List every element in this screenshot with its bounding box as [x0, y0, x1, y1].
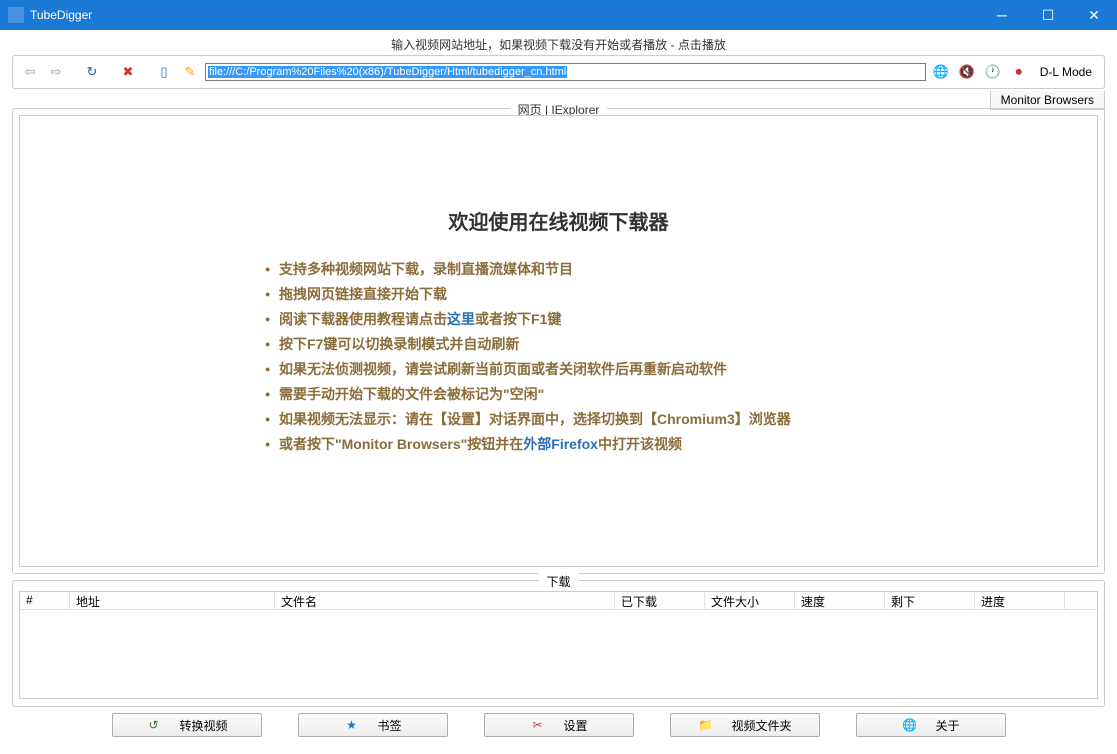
- url-text: file:///C:/Program%20Files%20(x86)/TubeD…: [208, 66, 567, 78]
- table-body[interactable]: [20, 610, 1097, 696]
- col-progress[interactable]: 进度: [975, 592, 1065, 609]
- welcome-heading: 欢迎使用在线视频下载器: [30, 206, 1087, 235]
- instruction-text: 输入视频网站地址，如果视频下载没有开始或者播放 - 点击播放: [12, 36, 1105, 53]
- col-downloaded[interactable]: 已下载: [615, 592, 705, 609]
- edit-icon[interactable]: ✎: [179, 62, 201, 82]
- web-panel: 网页 | IExplorer 欢迎使用在线视频下载器 支持多种视频网站下载，录制…: [12, 108, 1105, 574]
- titlebar: TubeDigger ─ ☐ ✕: [0, 0, 1117, 30]
- stop-button[interactable]: ✖: [117, 62, 139, 82]
- col-empty: [1065, 592, 1097, 609]
- list-item: 拖拽网页链接直接开始下载: [265, 282, 1087, 307]
- record-icon[interactable]: ⏺: [1008, 62, 1030, 82]
- globe-icon[interactable]: 🌐: [930, 62, 952, 82]
- tools-icon: ✂: [529, 717, 545, 733]
- bookmark-button[interactable]: ★ 书签: [298, 713, 448, 737]
- sound-icon[interactable]: 🔇: [956, 62, 978, 82]
- download-legend: 下载: [538, 573, 578, 590]
- list-item: 阅读下载器使用教程请点击这里或者按下F1键: [265, 307, 1087, 332]
- about-button[interactable]: 🌐 关于: [856, 713, 1006, 737]
- col-remaining[interactable]: 剩下: [885, 592, 975, 609]
- list-item: 如果无法侦测视频，请尝试刷新当前页面或者关闭软件后再重新启动软件: [265, 357, 1087, 382]
- settings-button[interactable]: ✂ 设置: [484, 713, 634, 737]
- video-folder-button[interactable]: 📁 视频文件夹: [670, 713, 820, 737]
- download-panel: 下载 # 地址 文件名 已下载 文件大小 速度 剩下 进度: [12, 580, 1105, 707]
- forward-button[interactable]: ⇨: [45, 62, 67, 82]
- toolbar: ⇦ ⇨ ↻ ✖ ▯ ✎ file:///C:/Program%20Files%2…: [12, 55, 1105, 89]
- star-icon: ★: [343, 717, 359, 733]
- table-header: # 地址 文件名 已下载 文件大小 速度 剩下 进度: [20, 592, 1097, 610]
- window-title: TubeDigger: [30, 8, 979, 22]
- close-button[interactable]: ✕: [1071, 0, 1117, 30]
- webview: 欢迎使用在线视频下载器 支持多种视频网站下载，录制直播流媒体和节目 拖拽网页链接…: [19, 115, 1098, 567]
- feature-list: 支持多种视频网站下载，录制直播流媒体和节目 拖拽网页链接直接开始下载 阅读下载器…: [265, 257, 1087, 457]
- maximize-button[interactable]: ☐: [1025, 0, 1071, 30]
- document-icon[interactable]: ▯: [153, 62, 175, 82]
- col-filesize[interactable]: 文件大小: [705, 592, 795, 609]
- convert-icon: ↺: [145, 717, 161, 733]
- dl-mode-button[interactable]: D-L Mode: [1034, 65, 1098, 79]
- col-filename[interactable]: 文件名: [275, 592, 615, 609]
- minimize-button[interactable]: ─: [979, 0, 1025, 30]
- col-speed[interactable]: 速度: [795, 592, 885, 609]
- list-item: 按下F7键可以切换录制模式并自动刷新: [265, 332, 1087, 357]
- list-item: 需要手动开始下载的文件会被标记为"空闲": [265, 382, 1087, 407]
- col-url[interactable]: 地址: [70, 592, 275, 609]
- list-item: 支持多种视频网站下载，录制直播流媒体和节目: [265, 257, 1087, 282]
- refresh-button[interactable]: ↻: [81, 62, 103, 82]
- download-table: # 地址 文件名 已下载 文件大小 速度 剩下 进度: [19, 591, 1098, 699]
- convert-video-button[interactable]: ↺ 转换视频: [112, 713, 262, 737]
- bottom-toolbar: ↺ 转换视频 ★ 书签 ✂ 设置 📁 视频文件夹 🌐 关于: [12, 713, 1105, 737]
- url-input[interactable]: file:///C:/Program%20Files%20(x86)/TubeD…: [205, 63, 926, 81]
- back-button[interactable]: ⇦: [19, 62, 41, 82]
- clock-icon[interactable]: 🕐: [982, 62, 1004, 82]
- app-icon: [8, 7, 24, 23]
- folder-icon: 📁: [697, 717, 713, 733]
- list-item: 或者按下"Monitor Browsers"按钮并在外部Firefox中打开该视…: [265, 432, 1087, 457]
- globe-icon: 🌐: [901, 717, 917, 733]
- list-item: 如果视频无法显示：请在【设置】对话界面中，选择切换到【Chromium3】浏览器: [265, 407, 1087, 432]
- tutorial-link[interactable]: 这里: [447, 311, 475, 327]
- firefox-link[interactable]: 外部Firefox: [523, 436, 598, 452]
- col-num[interactable]: #: [20, 592, 70, 609]
- window-controls: ─ ☐ ✕: [979, 0, 1117, 30]
